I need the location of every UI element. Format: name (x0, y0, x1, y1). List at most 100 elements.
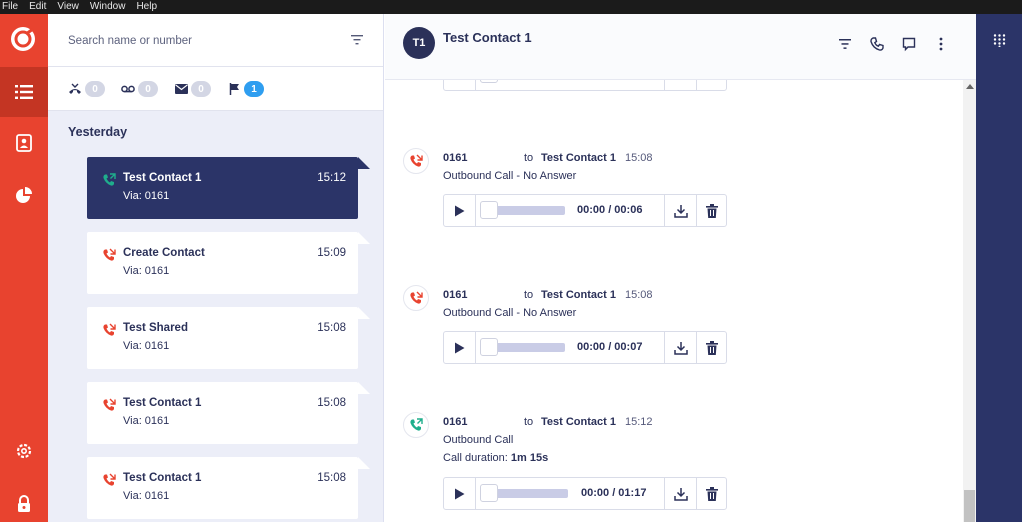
seek-track[interactable] (494, 343, 565, 352)
caller-number: 0161 (443, 289, 468, 301)
call-time: 15:12 (317, 172, 346, 184)
lock-icon (18, 494, 30, 512)
missed-call-icon (403, 285, 429, 311)
call-status: Outbound Call - No Answer (443, 170, 577, 182)
play-button[interactable] (444, 332, 476, 363)
missed-calls-filter[interactable]: 0 (68, 81, 105, 97)
right-rail (976, 14, 1022, 522)
menu-window[interactable]: Window (90, 0, 126, 14)
date-section-title: Yesterday (68, 125, 128, 139)
call-list-item[interactable]: Test Contact 1 15:08 Via: 0161 (87, 382, 370, 444)
contact-name: Test Contact 1 (123, 397, 202, 409)
messages-filter[interactable]: 0 (175, 81, 211, 97)
call-time: 15:08 (625, 152, 653, 164)
menu-file[interactable]: File (2, 0, 18, 14)
contact-name: Create Contact (123, 247, 205, 259)
caller-number: 0161 (443, 416, 468, 428)
delete-button[interactable] (696, 478, 727, 509)
outbound-call-icon (103, 173, 116, 186)
to-label: to (524, 289, 534, 301)
download-button[interactable] (664, 478, 696, 509)
outbound-call-icon (403, 412, 429, 438)
call-list-item[interactable]: Test Contact 1 15:08 Via: 0161 (87, 457, 370, 519)
play-button[interactable] (444, 478, 476, 509)
search-input[interactable] (68, 32, 328, 50)
delete-button[interactable] (696, 332, 727, 363)
missed-call-icon (403, 148, 429, 174)
callee-name: Test Contact 1 (541, 416, 616, 428)
filter-icon[interactable] (837, 36, 853, 52)
filter-icon[interactable] (350, 33, 364, 47)
seek-track[interactable] (494, 489, 568, 498)
seek-track[interactable] (494, 206, 565, 215)
list-icon (15, 85, 33, 99)
callee-name: Test Contact 1 (541, 289, 616, 301)
menu-edit[interactable]: Edit (29, 0, 46, 14)
voicemail-filter[interactable]: 0 (121, 81, 158, 97)
dialpad-icon[interactable] (993, 34, 1006, 47)
call-time: 15:08 (317, 397, 346, 409)
nav-activity-button[interactable] (0, 67, 48, 117)
call-list-item[interactable]: Test Shared 15:08 Via: 0161 (87, 307, 370, 369)
call-list-item[interactable]: Create Contact 15:09 Via: 0161 (87, 232, 370, 294)
seek-handle[interactable] (480, 484, 498, 502)
chat-bubble-icon[interactable] (901, 36, 917, 52)
seek-handle[interactable] (480, 338, 498, 356)
avatar: T1 (403, 27, 435, 59)
call-status: Outbound Call (443, 434, 514, 446)
call-time: 15:09 (317, 247, 346, 259)
seek-handle[interactable] (480, 201, 498, 219)
voicemail-icon (121, 85, 135, 93)
play-icon (455, 342, 465, 353)
nav-contacts-button[interactable] (0, 118, 48, 168)
flagged-filter[interactable]: 1 (229, 81, 264, 97)
call-via: Via: 0161 (123, 490, 170, 502)
nav-lock-button[interactable] (0, 478, 48, 522)
pie-chart-icon (16, 187, 32, 203)
nav-reports-button[interactable] (0, 170, 48, 220)
conversation-header-overlay: T1 Test Contact 1 (385, 14, 976, 80)
delete-button[interactable] (696, 195, 727, 226)
missed-call-icon (103, 398, 116, 411)
call-list-item[interactable]: Test Contact 1 15:12 Via: 0161 (87, 157, 370, 219)
scroll-up-arrow-icon[interactable] (966, 84, 974, 89)
download-icon (673, 341, 688, 355)
conversation-title: Test Contact 1 (443, 30, 532, 45)
conversation-scrollbar[interactable] (963, 80, 976, 522)
call-duration-label: Call duration: (443, 452, 508, 464)
call-time: 15:12 (625, 416, 653, 428)
missed-call-icon (103, 248, 116, 261)
caller-number: 0161 (443, 152, 468, 164)
envelope-icon (175, 84, 188, 94)
contact-name: Test Contact 1 (123, 472, 202, 484)
missed-call-icon (69, 83, 81, 94)
to-label: to (524, 152, 534, 164)
call-via: Via: 0161 (123, 415, 170, 427)
download-icon (673, 204, 688, 218)
search-bar (48, 14, 383, 67)
gear-icon (16, 443, 32, 459)
flag-icon (229, 83, 239, 95)
more-options-icon[interactable] (933, 36, 949, 52)
call-time: 15:08 (625, 289, 653, 301)
call-time: 15:08 (317, 472, 346, 484)
call-via: Via: 0161 (123, 265, 170, 277)
play-button[interactable] (444, 195, 476, 226)
call-via: Via: 0161 (123, 340, 170, 352)
download-icon (673, 487, 688, 501)
conversation-panel: T1 Test Contact 1 T1 Test Contact 1 (385, 14, 976, 522)
missed-call-icon (103, 473, 116, 486)
scroll-thumb[interactable] (964, 490, 975, 522)
menu-bar: File Edit View Window Help (0, 0, 1022, 14)
flagged-count-badge: 1 (244, 81, 264, 97)
voicemail-count-badge: 0 (138, 81, 158, 97)
phone-icon[interactable] (869, 36, 885, 52)
call-duration: Call duration: 1m 15s (443, 452, 548, 464)
menu-help[interactable]: Help (136, 0, 157, 14)
download-button[interactable] (664, 332, 696, 363)
audio-player: 00:00 / 01:17 (443, 477, 727, 510)
nav-settings-button[interactable] (0, 426, 48, 476)
menu-view[interactable]: View (57, 0, 79, 14)
download-button[interactable] (664, 195, 696, 226)
playback-time: 00:00 / 00:07 (577, 341, 643, 353)
